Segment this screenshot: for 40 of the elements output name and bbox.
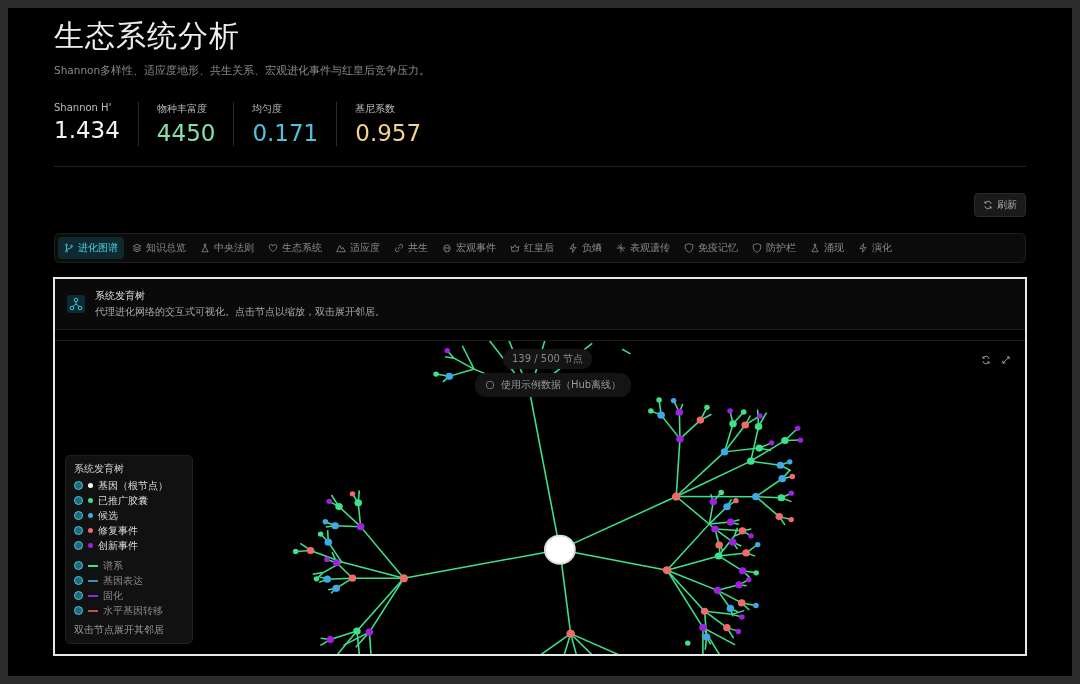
tab[interactable]: 负熵 — [562, 237, 608, 259]
refresh-button[interactable]: 刷新 — [974, 193, 1026, 217]
page-subtitle: Shannon多样性、适应度地形、共生关系、宏观进化事件与红皇后竞争压力。 — [54, 64, 432, 78]
stat-label: 基尼系数 — [355, 102, 397, 116]
stat-value: 0.957 — [355, 120, 422, 146]
tab[interactable]: 表观遗传 — [610, 237, 676, 259]
tab[interactable]: 共生 — [388, 237, 434, 259]
stat-label: 物种丰富度 — [156, 102, 208, 116]
legend-label: 候选 — [98, 508, 118, 523]
notice-text: 使用示例数据（Hub离线） — [501, 378, 622, 392]
stat-value: 0.171 — [252, 120, 319, 146]
tab[interactable]: 演化 — [852, 237, 898, 259]
stat-label: 均匀度 — [252, 102, 284, 116]
panel-description: 代理进化网络的交互式可视化。点击节点以缩放，双击展开邻居。 — [95, 305, 385, 319]
tab[interactable]: 适应度 — [330, 237, 386, 259]
panel-title: 系统发育树 — [95, 289, 146, 303]
tab[interactable]: 宏观事件 — [436, 237, 502, 259]
stat-value: 1.434 — [54, 117, 120, 143]
legend-label: 基因表达 — [103, 573, 143, 588]
tab[interactable]: 红皇后 — [504, 237, 560, 259]
legend-label: 固化 — [103, 588, 123, 603]
tab[interactable]: 免疫记忆 — [678, 237, 744, 259]
tab[interactable]: 防护栏 — [746, 237, 802, 259]
stat-label: Shannon H' — [54, 102, 113, 113]
legend-label: 水平基因转移 — [103, 603, 163, 618]
tab[interactable]: 进化图谱 — [58, 237, 124, 259]
tab[interactable]: 中央法则 — [194, 237, 260, 259]
tab[interactable]: 生态系统 — [262, 237, 328, 259]
legend-hint: 双击节点展开其邻居 — [74, 623, 165, 637]
page-title: 生态系统分析 — [54, 18, 241, 54]
node-count-badge: 139 / 500 节点 — [503, 349, 593, 369]
legend-label: 修复事件 — [98, 523, 138, 538]
legend-label: 基因（根节点） — [98, 478, 168, 493]
legend-title: 系统发育树 — [74, 462, 125, 476]
stat-value: 4450 — [156, 120, 216, 146]
legend-label: 谱系 — [103, 558, 123, 573]
tab[interactable]: 知识总览 — [126, 237, 192, 259]
tab[interactable]: 涌现 — [804, 237, 850, 259]
legend-label: 已推广胶囊 — [98, 493, 148, 508]
legend-label: 创新事件 — [98, 538, 138, 553]
